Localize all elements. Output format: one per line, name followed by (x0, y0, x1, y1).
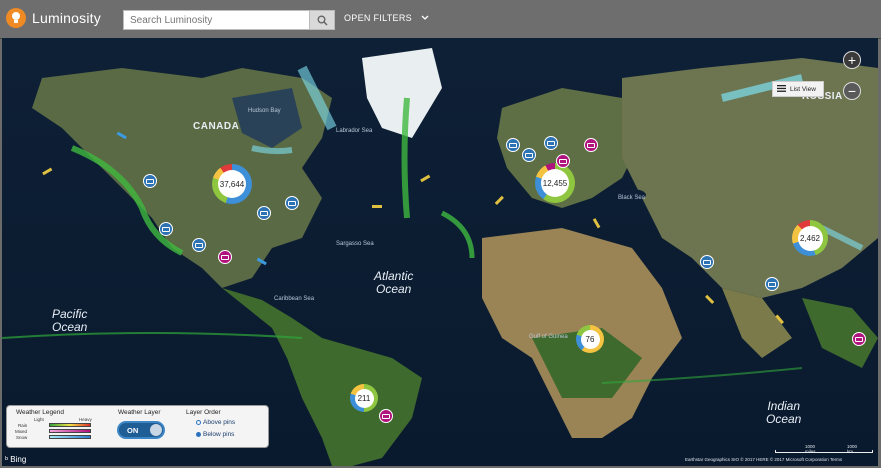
open-filters-label: OPEN FILTERS (344, 13, 412, 23)
radio-label: Above pins (203, 419, 236, 426)
copyright-text: Earthstar Geographics SIO © 2017 HERE © … (685, 457, 843, 462)
legend-bar-rain (49, 423, 91, 427)
location-pin[interactable] (506, 138, 520, 152)
cluster-count: 2,462 (797, 225, 823, 251)
cluster-asia[interactable]: 2,462 (792, 220, 828, 256)
list-icon (777, 84, 786, 94)
location-pin[interactable] (765, 277, 779, 291)
cluster-north-america[interactable]: 37,644 (212, 164, 252, 204)
location-pin[interactable] (159, 222, 173, 236)
legend-bar-mixed (49, 429, 91, 433)
search-input[interactable] (123, 10, 317, 30)
list-view-button[interactable]: List View (772, 81, 824, 97)
location-pin[interactable] (143, 174, 157, 188)
search-icon (317, 15, 328, 26)
weather-layer-toggle[interactable]: ON (117, 421, 165, 439)
location-pin[interactable] (584, 138, 598, 152)
radio-label: Below pins (203, 431, 235, 438)
location-pin[interactable] (218, 250, 232, 264)
list-view-label: List View (790, 85, 816, 93)
location-pin[interactable] (700, 255, 714, 269)
label-indian-ocean: Indian Ocean (766, 399, 802, 426)
bing-label: Bing (10, 455, 27, 464)
cluster-south-america[interactable]: 211 (350, 384, 378, 412)
legend-row-snow: Snow (16, 435, 28, 440)
toggle-knob (150, 424, 162, 436)
open-filters-button[interactable]: OPEN FILTERS (344, 13, 429, 23)
legend-row-rain: Rain (18, 423, 28, 428)
label-sargasso-sea: Sargasso Sea (336, 241, 374, 247)
location-pin[interactable] (192, 238, 206, 252)
toggle-label: ON (127, 426, 139, 435)
chevron-down-icon (421, 13, 429, 23)
radio-dot (196, 432, 201, 437)
map-canvas[interactable]: CANADA RUSSIA AtlanticOcean PacificOcean… (2, 38, 878, 466)
cluster-europe[interactable]: 12,455 (535, 163, 575, 203)
radio-dot (196, 420, 201, 425)
world-map-background (2, 38, 878, 466)
label-black-sea: Black Sea (618, 195, 646, 201)
bing-logo: ᵇ Bing (5, 455, 26, 464)
location-pin[interactable] (379, 409, 393, 423)
location-pin[interactable] (556, 154, 570, 168)
weather-legend-title: Weather Legend (16, 409, 64, 416)
label-hudson-bay: Hudson Bay (248, 108, 281, 114)
label-atlantic-ocean: Atlantic Ocean (374, 269, 414, 296)
location-pin[interactable] (852, 332, 866, 346)
location-pin[interactable] (522, 148, 536, 162)
location-pin[interactable] (544, 136, 558, 150)
label-labrador-sea: Labrador Sea (336, 128, 373, 134)
label-gulf-of-guinea: Gulf of Guinea (529, 334, 568, 340)
zoom-in-button[interactable]: + (843, 51, 861, 69)
cluster-count: 37,644 (218, 170, 246, 198)
layer-order-title: Layer Order (186, 409, 221, 416)
legend-light-label: Light (34, 417, 44, 422)
lightbulb-logo-icon (6, 8, 26, 28)
weather-layer-title: Weather Layer (118, 409, 161, 416)
location-pin[interactable] (285, 196, 299, 210)
bing-icon: ᵇ (5, 455, 9, 464)
legend-heavy-label: Heavy (79, 417, 92, 422)
label-canada: CANADA (193, 121, 240, 132)
cluster-count: 211 (354, 388, 374, 408)
cluster-count: 12,455 (541, 169, 569, 197)
radio-below-pins[interactable]: Below pins (196, 431, 234, 438)
location-pin[interactable] (257, 206, 271, 220)
cluster-count: 76 (580, 329, 600, 349)
legend-bar-snow (49, 435, 91, 439)
search-button[interactable] (309, 10, 335, 30)
app-title: Luminosity (32, 10, 101, 26)
legend-row-mixed: Mixed (15, 429, 28, 434)
zoom-out-button[interactable]: − (843, 82, 861, 100)
top-bar: Luminosity OPEN FILTERS (0, 0, 881, 39)
label-pacific-ocean: Pacific Ocean (52, 307, 88, 334)
radio-above-pins[interactable]: Above pins (196, 419, 235, 426)
cluster-africa[interactable]: 76 (576, 325, 604, 353)
label-caribbean-sea: Caribbean Sea (274, 296, 315, 302)
